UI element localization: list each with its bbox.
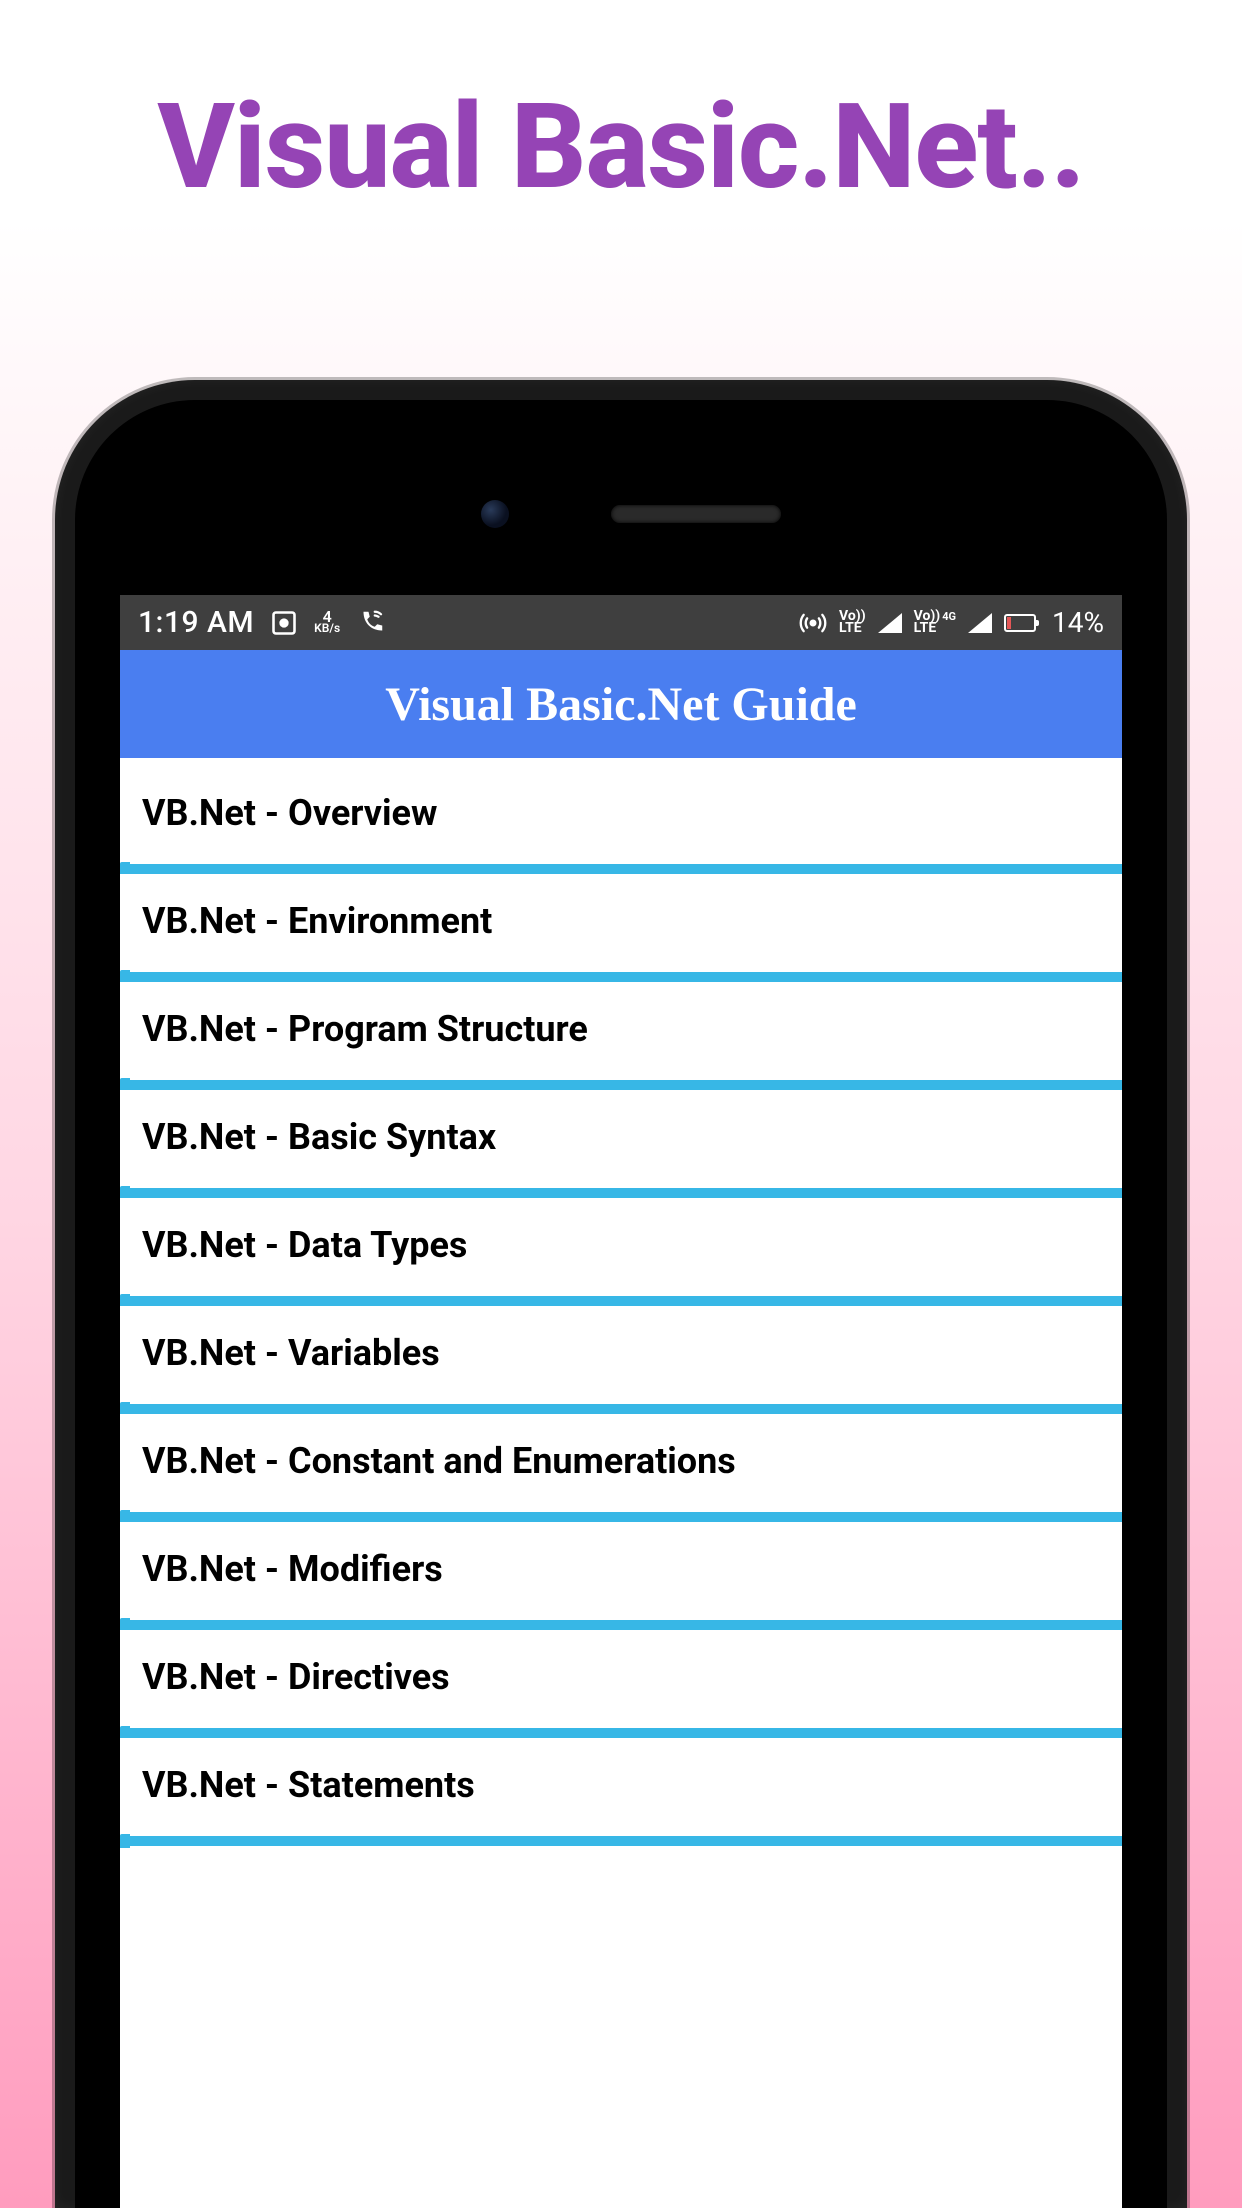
phone-frame: 1:19 AM 4 KB/s	[55, 380, 1187, 2208]
app-title: Visual Basic.Net Guide	[385, 677, 857, 732]
battery-fill	[1007, 617, 1011, 629]
topic-item-environment[interactable]: VB.Net - Environment	[120, 874, 1122, 982]
status-bar-right: Vo)) LTE Vo)) 4G LTE 1	[799, 606, 1104, 639]
battery-percent: 14%	[1052, 606, 1104, 639]
topic-label: VB.Net - Data Types	[142, 1224, 467, 1266]
earpiece-speaker-icon	[611, 505, 781, 523]
topic-label: VB.Net - Overview	[142, 792, 437, 834]
topic-item-constant-enumerations[interactable]: VB.Net - Constant and Enumerations	[120, 1414, 1122, 1522]
lte-label-1: LTE	[839, 623, 862, 634]
wifi-calling-icon	[356, 608, 386, 638]
topic-item-statements[interactable]: VB.Net - Statements	[120, 1738, 1122, 1846]
front-camera-icon	[481, 500, 509, 528]
status-bar-left: 1:19 AM 4 KB/s	[138, 605, 386, 640]
lte-label-2: LTE	[914, 623, 937, 634]
status-bar: 1:19 AM 4 KB/s	[120, 595, 1122, 650]
topic-item-modifiers[interactable]: VB.Net - Modifiers	[120, 1522, 1122, 1630]
topic-label: VB.Net - Program Structure	[142, 1008, 588, 1050]
sim1-indicator: Vo)) LTE	[839, 611, 866, 633]
topic-label: VB.Net - Statements	[142, 1764, 475, 1806]
topic-label: VB.Net - Basic Syntax	[142, 1116, 496, 1158]
device-screen: 1:19 AM 4 KB/s	[120, 595, 1122, 2208]
data-rate-unit: KB/s	[314, 624, 340, 634]
topic-label: VB.Net - Variables	[142, 1332, 440, 1374]
topic-item-program-structure[interactable]: VB.Net - Program Structure	[120, 982, 1122, 1090]
topic-label: VB.Net - Environment	[142, 900, 492, 942]
phone-bezel: 1:19 AM 4 KB/s	[75, 400, 1167, 2208]
app-header: Visual Basic.Net Guide	[120, 650, 1122, 758]
signal-icon-1	[878, 613, 902, 633]
topic-label: VB.Net - Directives	[142, 1656, 450, 1698]
screenshot-icon	[270, 609, 298, 637]
promo-title: Visual Basic.Net..	[0, 0, 1242, 216]
topic-item-directives[interactable]: VB.Net - Directives	[120, 1630, 1122, 1738]
hotspot-icon	[799, 609, 827, 637]
network-4g-label: 4G	[942, 613, 956, 622]
topic-item-basic-syntax[interactable]: VB.Net - Basic Syntax	[120, 1090, 1122, 1198]
topic-item-data-types[interactable]: VB.Net - Data Types	[120, 1198, 1122, 1306]
signal-icon-2	[968, 613, 992, 633]
status-clock: 1:19 AM	[138, 605, 254, 640]
topic-item-overview[interactable]: VB.Net - Overview	[120, 758, 1122, 874]
topic-item-variables[interactable]: VB.Net - Variables	[120, 1306, 1122, 1414]
data-rate-icon: 4 KB/s	[314, 611, 340, 633]
topic-label: VB.Net - Constant and Enumerations	[142, 1440, 736, 1482]
topic-label: VB.Net - Modifiers	[142, 1548, 443, 1590]
sim2-indicator: Vo)) 4G LTE	[914, 611, 956, 633]
battery-icon	[1004, 614, 1036, 632]
topic-list[interactable]: VB.Net - Overview VB.Net - Environment V…	[120, 758, 1122, 1846]
